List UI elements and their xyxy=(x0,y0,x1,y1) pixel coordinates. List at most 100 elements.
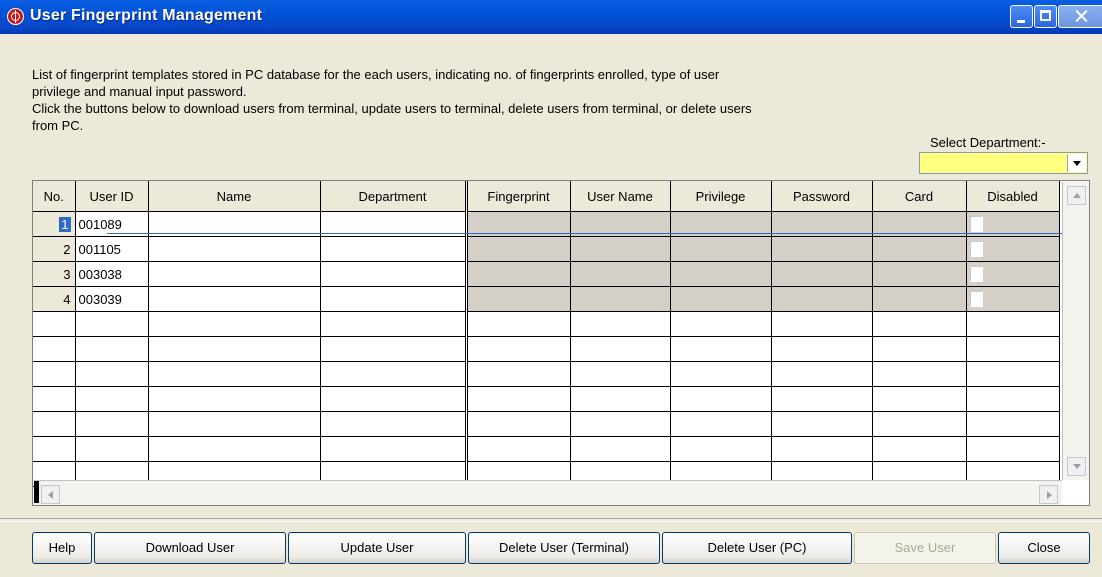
empty-row[interactable] xyxy=(33,386,1060,412)
title-bar[interactable]: User Fingerprint Management xyxy=(0,0,1102,34)
empty-cell[interactable] xyxy=(872,411,967,437)
empty-cell[interactable] xyxy=(670,436,772,462)
empty-cell[interactable] xyxy=(464,361,571,387)
maximize-button[interactable] xyxy=(1034,5,1057,28)
empty-cell[interactable] xyxy=(75,361,149,387)
empty-cell[interactable] xyxy=(33,386,76,412)
empty-cell[interactable] xyxy=(464,411,571,437)
empty-cell[interactable] xyxy=(148,361,321,387)
column-header-department[interactable]: Department xyxy=(320,181,467,212)
download-user-button[interactable]: Download User xyxy=(94,532,286,564)
empty-cell[interactable] xyxy=(33,361,76,387)
cell-password[interactable] xyxy=(771,286,873,312)
empty-cell[interactable] xyxy=(966,361,1060,387)
cell-card[interactable] xyxy=(872,261,967,287)
cell-password[interactable] xyxy=(771,261,873,287)
cell-user-name[interactable] xyxy=(570,261,671,287)
empty-cell[interactable] xyxy=(966,436,1060,462)
close-button[interactable]: Close xyxy=(998,532,1090,564)
empty-cell[interactable] xyxy=(872,336,967,362)
empty-cell[interactable] xyxy=(670,411,772,437)
empty-cell[interactable] xyxy=(33,336,76,362)
cell-user-name[interactable] xyxy=(570,286,671,312)
cell-department[interactable] xyxy=(320,236,467,262)
empty-cell[interactable] xyxy=(670,361,772,387)
cell-name[interactable] xyxy=(148,286,321,312)
empty-cell[interactable] xyxy=(75,311,149,337)
empty-cell[interactable] xyxy=(148,336,321,362)
empty-cell[interactable] xyxy=(320,436,467,462)
column-header-fingerprint[interactable]: Fingerprint xyxy=(464,181,571,212)
empty-cell[interactable] xyxy=(670,386,772,412)
cell-card[interactable] xyxy=(872,236,967,262)
empty-cell[interactable] xyxy=(771,311,873,337)
cell-user-id[interactable]: 003038 xyxy=(75,261,149,287)
empty-row[interactable] xyxy=(33,436,1060,462)
minimize-button[interactable] xyxy=(1010,5,1033,28)
cell-fingerprint[interactable] xyxy=(464,286,571,312)
cell-privilege[interactable] xyxy=(670,286,772,312)
update-user-button[interactable]: Update User xyxy=(288,532,466,564)
empty-cell[interactable] xyxy=(464,386,571,412)
column-header-privilege[interactable]: Privilege xyxy=(670,181,772,212)
empty-cell[interactable] xyxy=(966,386,1060,412)
disabled-checkbox[interactable] xyxy=(969,241,983,258)
cell-name[interactable] xyxy=(148,261,321,287)
empty-cell[interactable] xyxy=(320,411,467,437)
empty-cell[interactable] xyxy=(670,311,772,337)
column-header-name[interactable]: Name xyxy=(148,181,321,212)
empty-cell[interactable] xyxy=(464,336,571,362)
empty-cell[interactable] xyxy=(570,361,671,387)
empty-cell[interactable] xyxy=(570,436,671,462)
empty-cell[interactable] xyxy=(320,361,467,387)
table-row[interactable]: 3 003038 xyxy=(33,261,1060,287)
empty-row[interactable] xyxy=(33,336,1060,362)
empty-cell[interactable] xyxy=(75,436,149,462)
empty-cell[interactable] xyxy=(148,386,321,412)
cell-password[interactable] xyxy=(771,236,873,262)
empty-row[interactable] xyxy=(33,311,1060,337)
table-row[interactable]: 2 001105 xyxy=(33,236,1060,262)
empty-cell[interactable] xyxy=(320,386,467,412)
empty-cell[interactable] xyxy=(320,311,467,337)
cell-fingerprint[interactable] xyxy=(464,236,571,262)
user-grid[interactable]: No. User ID Name Department Fingerprint User … xyxy=(32,180,1090,506)
empty-row[interactable] xyxy=(33,411,1060,437)
column-header-user-name[interactable]: User Name xyxy=(570,181,671,212)
close-window-button[interactable] xyxy=(1058,5,1102,28)
cell-card[interactable] xyxy=(872,286,967,312)
disabled-checkbox[interactable] xyxy=(969,216,983,233)
empty-cell[interactable] xyxy=(872,436,967,462)
empty-cell[interactable] xyxy=(570,386,671,412)
empty-cell[interactable] xyxy=(872,311,967,337)
column-header-disabled[interactable]: Disabled xyxy=(966,181,1060,212)
empty-cell[interactable] xyxy=(670,336,772,362)
help-button[interactable]: Help xyxy=(32,532,92,564)
disabled-checkbox[interactable] xyxy=(969,291,983,308)
vertical-scrollbar[interactable] xyxy=(1062,182,1089,480)
empty-cell[interactable] xyxy=(148,436,321,462)
cell-department[interactable] xyxy=(320,286,467,312)
scroll-left-icon[interactable] xyxy=(41,485,60,504)
empty-cell[interactable] xyxy=(570,411,671,437)
save-user-button[interactable]: Save User xyxy=(854,532,996,564)
empty-cell[interactable] xyxy=(771,411,873,437)
empty-cell[interactable] xyxy=(320,336,467,362)
empty-cell[interactable] xyxy=(75,336,149,362)
empty-cell[interactable] xyxy=(966,411,1060,437)
empty-cell[interactable] xyxy=(75,411,149,437)
empty-cell[interactable] xyxy=(33,311,76,337)
empty-row[interactable] xyxy=(33,361,1060,387)
empty-cell[interactable] xyxy=(966,336,1060,362)
scroll-up-icon[interactable] xyxy=(1067,186,1086,205)
empty-cell[interactable] xyxy=(464,311,571,337)
column-header-no[interactable]: No. xyxy=(33,181,76,212)
column-header-password[interactable]: Password xyxy=(771,181,873,212)
delete-user-pc-button[interactable]: Delete User (PC) xyxy=(662,532,852,564)
dropdown-arrow-icon[interactable] xyxy=(1067,154,1086,172)
empty-cell[interactable] xyxy=(33,436,76,462)
disabled-checkbox[interactable] xyxy=(969,266,983,283)
empty-cell[interactable] xyxy=(464,436,571,462)
department-select[interactable] xyxy=(919,152,1088,174)
empty-cell[interactable] xyxy=(771,361,873,387)
